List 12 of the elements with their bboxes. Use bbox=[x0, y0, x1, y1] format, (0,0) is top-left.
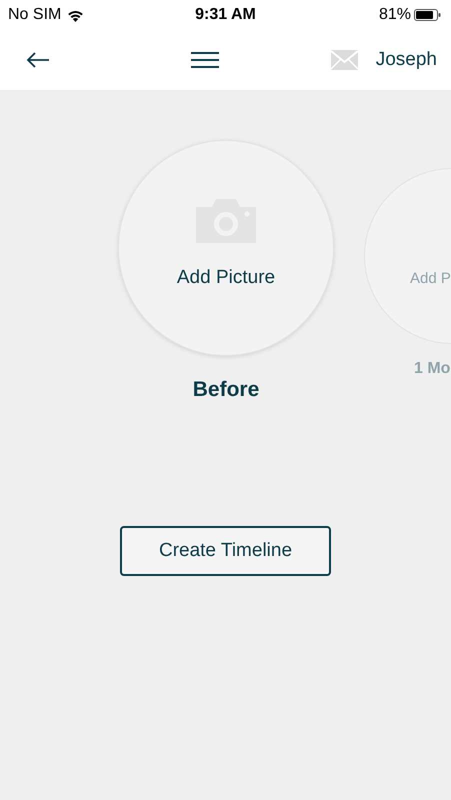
slide-label: 1 Mo bbox=[414, 360, 450, 378]
battery-percent: 81% bbox=[378, 6, 411, 24]
battery-icon bbox=[414, 9, 441, 21]
carrier: No SIM bbox=[8, 6, 62, 24]
clock: 9:31 AM bbox=[195, 6, 256, 24]
create-timeline-button[interactable]: Create Timeline bbox=[120, 526, 331, 576]
back-button[interactable] bbox=[26, 52, 50, 68]
menu-button[interactable] bbox=[191, 51, 220, 69]
user-name-link[interactable]: Joseph bbox=[376, 49, 437, 71]
slide-label: Before bbox=[192, 378, 260, 402]
add-picture-button[interactable]: Add Picture bbox=[118, 140, 334, 356]
wifi-icon bbox=[67, 8, 84, 22]
